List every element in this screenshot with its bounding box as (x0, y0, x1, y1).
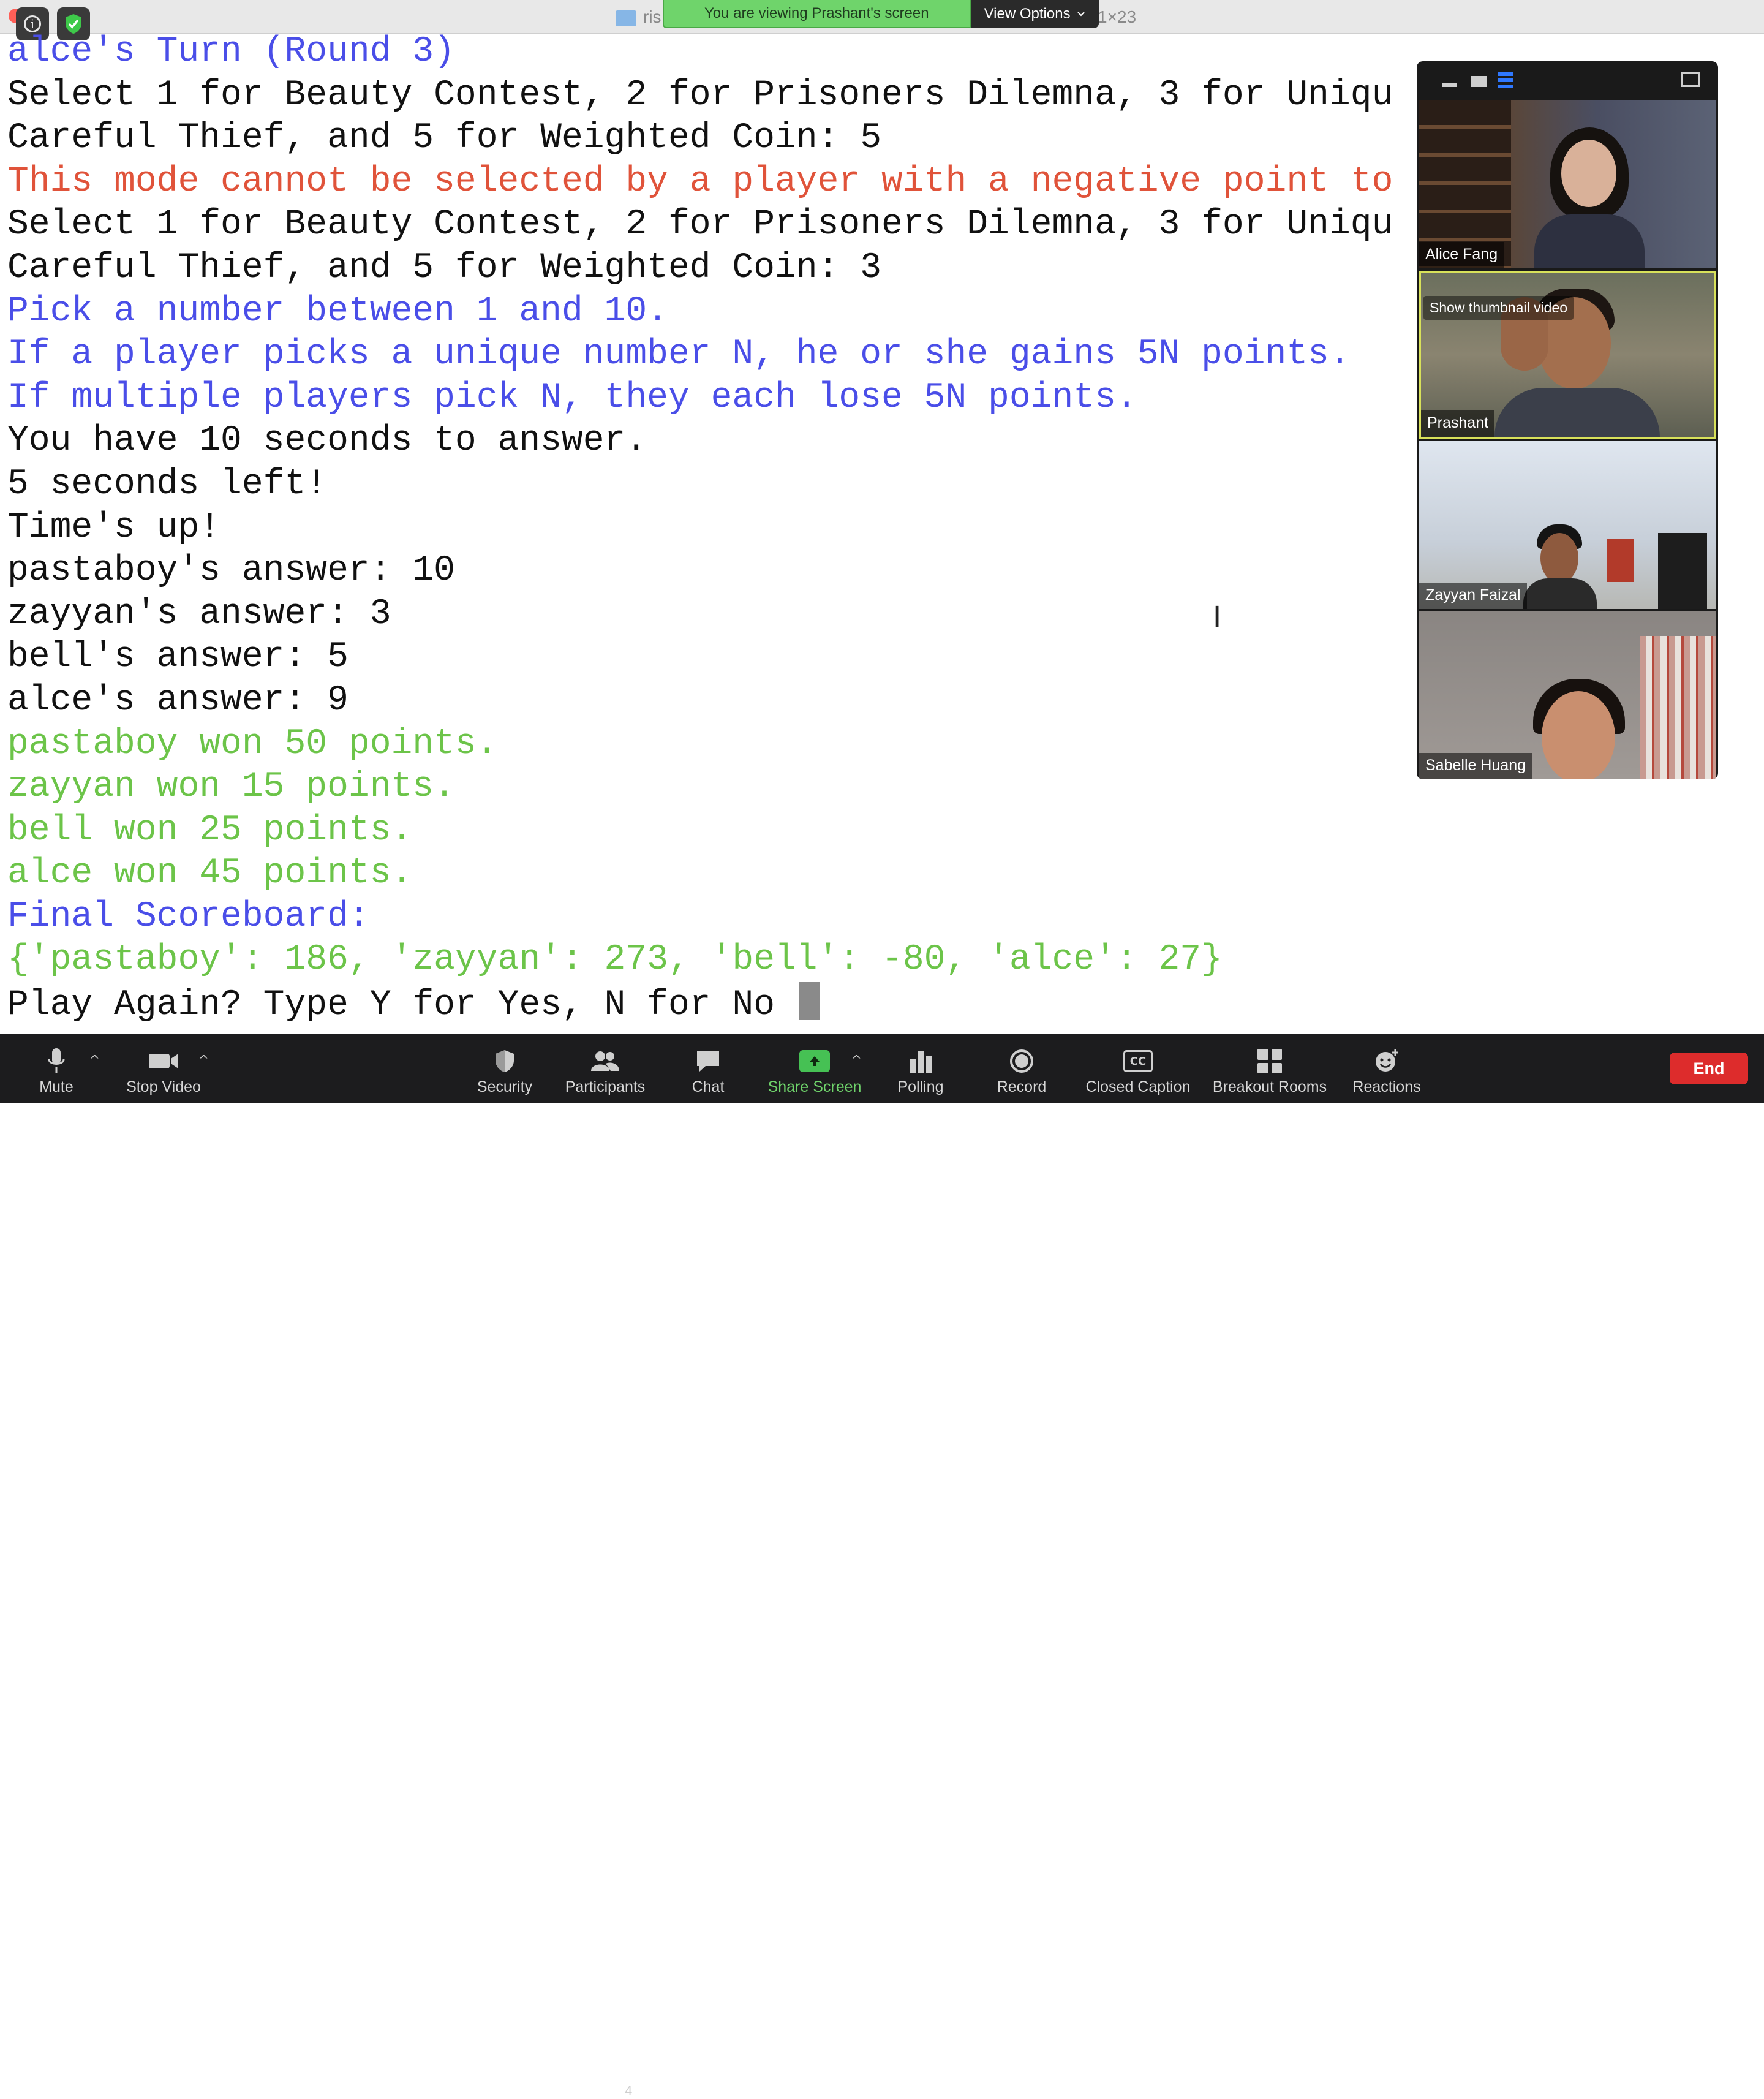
terminal-line-text: Play Again? Type Y for Yes, N for No (7, 985, 796, 1026)
screen-share-banner: You are viewing Prashant's screen View O… (663, 0, 1099, 28)
terminal-line-text: Select 1 for Beauty Contest, 2 for Priso… (7, 75, 1393, 115)
terminal-line-text: Careful Thief, and 5 for Weighted Coin: … (7, 118, 882, 159)
terminal-line-text: Careful Thief, and 5 for Weighted Coin: … (7, 248, 882, 288)
meeting-toolbar: Mute ^ Stop Video ^ Security Participant… (0, 1034, 1764, 2098)
show-thumbnail-video-tooltip[interactable]: Show thumbnail video (1423, 296, 1574, 320)
reactions-icon (1373, 1045, 1400, 1077)
terminal-line-text: pastaboy's answer: 10 (7, 551, 455, 591)
participant-tile[interactable]: Sabelle Huang (1419, 611, 1716, 779)
participant-video (1540, 533, 1578, 583)
view-options-label: View Options (984, 6, 1071, 22)
terminal-line: Play Again? Type Y for Yes, N for No (7, 982, 1722, 1026)
record-icon (1010, 1045, 1033, 1077)
participant-tile[interactable]: Zayyan Faizal (1419, 441, 1716, 609)
terminal-line-text: zayyan's answer: 3 (7, 594, 391, 634)
terminal-line-text: {'pastaboy': 186, 'zayyan': 273, 'bell':… (7, 940, 1223, 980)
viewing-screen-text: You are viewing Prashant's screen (663, 0, 971, 28)
terminal-line-text: alce won 45 points. (7, 853, 413, 894)
participant-name: Alice Fang (1419, 242, 1504, 268)
exit-full-gallery-icon[interactable] (1681, 72, 1700, 87)
share-options-chevron-icon[interactable]: ^ (851, 1053, 862, 1067)
terminal-line-text: zayyan won 15 points. (7, 767, 455, 807)
share-screen-icon (799, 1045, 830, 1077)
chevron-down-icon (1077, 12, 1085, 17)
participant-name: Zayyan Faizal (1419, 583, 1527, 609)
participant-tile[interactable]: Alice Fang (1419, 100, 1716, 268)
terminal-line-text: If multiple players pick N, they each lo… (7, 377, 1137, 418)
chat-bubble-icon (695, 1045, 722, 1077)
terminal-line-text: bell's answer: 5 (7, 637, 349, 678)
microphone-icon (47, 1045, 66, 1077)
view-options-button[interactable]: View Options (970, 0, 1099, 28)
terminal-line: Final Scoreboard: (7, 896, 1722, 939)
breakout-rooms-button[interactable]: Breakout Rooms (1212, 1034, 1328, 1103)
reactions-button[interactable]: Reactions (1351, 1034, 1422, 1103)
closed-caption-icon: CC (1123, 1045, 1153, 1077)
polling-icon (910, 1045, 932, 1077)
stop-video-button[interactable]: Stop Video (124, 1034, 203, 1103)
video-camera-icon (148, 1045, 179, 1077)
participant-name: Prashant (1421, 410, 1495, 437)
participants-icon (590, 1045, 620, 1077)
terminal-line: {'pastaboy': 186, 'zayyan': 273, 'bell':… (7, 939, 1722, 982)
terminal-cursor (798, 982, 820, 1021)
terminal-line-text: Final Scoreboard: (7, 896, 370, 937)
record-button[interactable]: Record (992, 1034, 1051, 1103)
share-screen-button[interactable]: Share Screen (767, 1034, 862, 1103)
minimize-video-icon[interactable] (1442, 83, 1457, 87)
participants-count: 4 (625, 2083, 633, 2098)
terminal-line-text: pastaboy won 50 points. (7, 724, 498, 764)
participant-name: Sabelle Huang (1419, 753, 1532, 779)
participant-tile-active-speaker[interactable]: Show thumbnail video Prashant (1419, 271, 1716, 439)
terminal-line-text: alce's answer: 9 (7, 680, 349, 720)
video-gallery-panel[interactable]: Alice Fang Show thumbnail video Prashant… (1417, 61, 1718, 779)
text-cursor-icon: I (1213, 600, 1222, 635)
terminal-line-text: Pick a number between 1 and 10. (7, 291, 668, 331)
participant-video (1542, 691, 1615, 779)
end-meeting-button[interactable]: End (1670, 1053, 1748, 1084)
terminal-line-text: 5 seconds left! (7, 464, 328, 504)
polling-button[interactable]: Polling (894, 1034, 947, 1103)
terminal-line-text: You have 10 seconds to answer. (7, 421, 647, 461)
shield-icon (494, 1045, 516, 1077)
video-options-chevron-icon[interactable]: ^ (198, 1053, 209, 1067)
terminal-line-text: Select 1 for Beauty Contest, 2 for Priso… (7, 205, 1393, 245)
audio-options-chevron-icon[interactable]: ^ (89, 1053, 100, 1067)
terminal-line: bell won 25 points. (7, 809, 1722, 853)
chat-button[interactable]: Chat (686, 1034, 730, 1103)
folder-icon (616, 10, 636, 26)
hide-video-icon[interactable] (1471, 76, 1487, 87)
gallery-controls (1417, 61, 1718, 99)
closed-caption-button[interactable]: CC Closed Caption (1083, 1034, 1193, 1103)
security-button[interactable]: Security (473, 1034, 537, 1103)
participant-video (1561, 140, 1616, 207)
terminal-line-text: alce's Turn (Round 3) (7, 32, 455, 72)
info-icon: i (24, 15, 41, 32)
mute-button[interactable]: Mute (32, 1034, 81, 1103)
terminal-line-text: Time's up! (7, 507, 221, 548)
terminal-line-text: If a player picks a unique number N, he … (7, 335, 1351, 375)
window-title-left: ris (643, 7, 662, 26)
terminal-line-text: This mode cannot be selected by a player… (7, 161, 1393, 202)
participants-button[interactable]: Participants (564, 1034, 647, 1103)
terminal-line-text: bell won 25 points. (7, 810, 413, 850)
breakout-rooms-icon (1257, 1045, 1282, 1077)
window-title-right: 1×23 (1098, 7, 1137, 26)
terminal-line: alce won 45 points. (7, 852, 1722, 896)
gallery-view-icon[interactable] (1498, 72, 1513, 88)
